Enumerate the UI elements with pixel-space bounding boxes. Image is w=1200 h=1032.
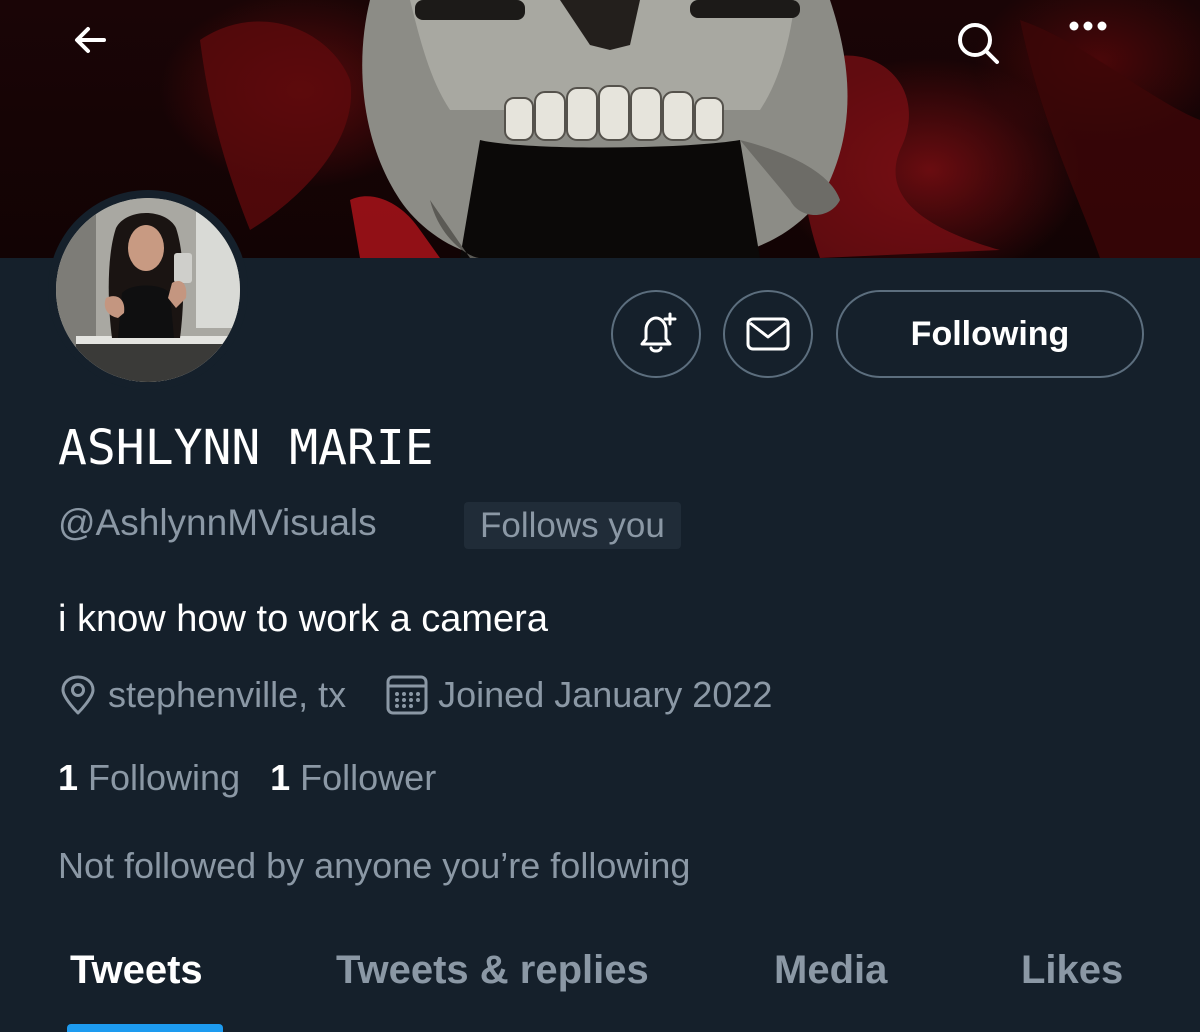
profile-meta: stephenville, tx Joined January 2022	[58, 672, 772, 718]
search-button[interactable]	[955, 20, 1019, 84]
arrow-left-icon	[75, 27, 106, 53]
joined-text: Joined January 2022	[438, 674, 773, 715]
location-pin-icon	[61, 675, 95, 715]
avatar-image	[56, 198, 240, 382]
search-icon	[958, 23, 999, 64]
envelope-icon	[746, 317, 790, 351]
followers-count-link[interactable]: 1 Follower	[270, 757, 436, 799]
message-button[interactable]	[723, 290, 813, 378]
active-tab-indicator	[67, 1024, 223, 1032]
profile-avatar[interactable]	[48, 190, 248, 390]
follows-you-badge: Follows you	[464, 502, 681, 549]
follow-stats: 1 Following 1 Follower	[58, 755, 436, 801]
tab-tweets[interactable]: Tweets	[70, 948, 203, 993]
mutual-followers-text: Not followed by anyone you’re following	[58, 845, 691, 886]
calendar-icon	[386, 675, 428, 715]
more-options-button[interactable]	[1068, 20, 1132, 84]
following-count-link[interactable]: 1 Following	[58, 757, 240, 799]
back-button[interactable]	[70, 20, 134, 84]
bell-plus-icon	[640, 312, 677, 353]
more-horizontal-icon	[1069, 21, 1107, 31]
followers-count: 1	[270, 757, 291, 798]
following-count: 1	[58, 757, 79, 798]
tab-likes[interactable]: Likes	[1021, 948, 1123, 993]
notifications-button[interactable]	[611, 290, 701, 378]
joined-item: Joined January 2022	[386, 674, 772, 716]
following-button[interactable]: Following	[836, 290, 1144, 378]
location-text: stephenville, tx	[108, 674, 347, 715]
followers-label: Follower	[300, 757, 437, 798]
user-handle: @AshlynnMVisuals	[58, 502, 377, 543]
tab-media[interactable]: Media	[774, 948, 887, 993]
profile-bio: i know how to work a camera	[58, 598, 548, 640]
profile-tabs: Tweets Tweets & replies Media Likes	[0, 935, 1200, 1032]
avatar-photo	[56, 198, 240, 382]
tab-tweets-replies[interactable]: Tweets & replies	[336, 948, 649, 993]
following-label: Following	[88, 757, 241, 798]
location-item: stephenville, tx	[58, 674, 346, 716]
display-name: ASHLYNN MARIE	[58, 420, 434, 476]
